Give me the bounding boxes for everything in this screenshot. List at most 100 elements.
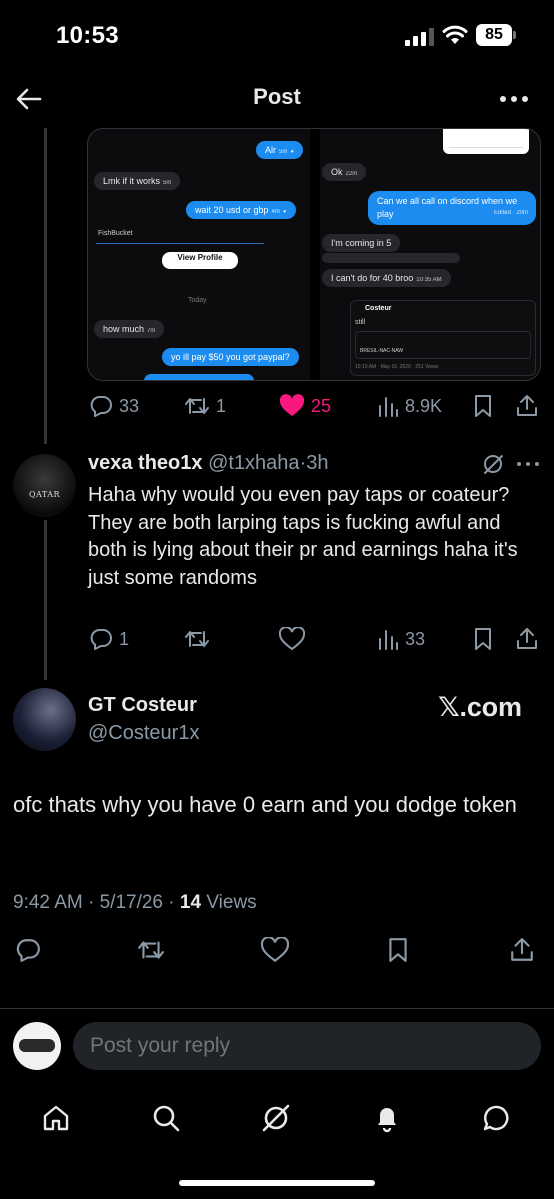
chat-text: Ok bbox=[331, 167, 343, 177]
chat-text: Alr bbox=[265, 145, 276, 155]
chat-text: I'm coming in 5 bbox=[331, 238, 392, 248]
chat-bubble-partial bbox=[322, 253, 460, 263]
chat-bubble: Can we all call on discord when we play … bbox=[368, 191, 536, 225]
reply-author-handle[interactable]: @t1xhaha bbox=[208, 452, 299, 474]
views-button[interactable]: 8.9K bbox=[377, 392, 442, 420]
main-post-text: ofc thats why you have 0 earn and you do… bbox=[13, 792, 517, 817]
post-date: 5/17/26 bbox=[99, 892, 164, 913]
chat-text: wait 20 usd or gbp bbox=[195, 205, 269, 215]
reply-input[interactable]: Post your reply bbox=[73, 1022, 541, 1070]
heart-icon bbox=[279, 394, 305, 416]
avatar-belt bbox=[19, 1039, 55, 1052]
share-icon[interactable] bbox=[515, 627, 539, 651]
views-number: 14 bbox=[179, 892, 202, 913]
reply-icon bbox=[90, 396, 112, 417]
reply-icon[interactable] bbox=[15, 937, 41, 963]
home-indicator bbox=[179, 1180, 375, 1186]
repost-count: 1 bbox=[216, 395, 227, 416]
check-icon: ● bbox=[290, 149, 294, 155]
more-dots-icon[interactable] bbox=[498, 84, 530, 114]
chat-bubble: Ok 22m bbox=[322, 163, 367, 181]
post-time: 9:42 AM bbox=[13, 892, 83, 913]
tab-notifications[interactable] bbox=[367, 1098, 407, 1138]
chat-text: I can't do for 40 broo bbox=[331, 273, 414, 283]
chat-bubble-partial bbox=[144, 374, 254, 380]
views-button[interactable]: 33 bbox=[377, 625, 425, 653]
like-button[interactable] bbox=[279, 625, 305, 653]
chat-bubble: Alr 5m ● bbox=[256, 141, 303, 159]
reply-button[interactable]: 1 bbox=[89, 625, 129, 653]
reply-action-bar: 1 33 bbox=[0, 625, 554, 653]
chat-text: Lmk if it works bbox=[103, 176, 161, 186]
reply-author-line: vexa theo1x @t1xhaha·3h bbox=[88, 452, 328, 475]
reply-avatar[interactable]: QATAR bbox=[13, 454, 76, 517]
embed-quote-text: BRESIL-NAC-NAW bbox=[360, 348, 404, 354]
messages-icon bbox=[483, 1105, 509, 1131]
chat-time: 4m bbox=[271, 209, 280, 215]
bookmark-icon[interactable] bbox=[473, 627, 493, 651]
reply-author-name[interactable]: vexa theo1x bbox=[88, 452, 203, 474]
main-author-name[interactable]: GT Costeur bbox=[88, 694, 197, 717]
user-avatar[interactable] bbox=[13, 1022, 61, 1070]
embed-name: Costeur bbox=[365, 305, 392, 312]
profile-card bbox=[443, 129, 529, 154]
main-author-handle[interactable]: @Costeur1x bbox=[88, 722, 199, 745]
chat-bubble: wait 20 usd or gbp 4m ● bbox=[186, 201, 296, 219]
media-right-chat: Ok 22m Can we all call on discord when we… bbox=[320, 129, 540, 380]
views-label: Views bbox=[206, 892, 257, 913]
reply-icon bbox=[90, 629, 112, 650]
dot-separator: · bbox=[168, 892, 175, 913]
status-time: 10:53 bbox=[56, 22, 119, 49]
embedded-post-card: Costeur still BRESIL-NAC-NAW 10:10 AM · … bbox=[350, 300, 536, 376]
main-post-avatar[interactable] bbox=[13, 688, 76, 751]
battery-cap bbox=[513, 31, 516, 39]
tab-messages[interactable] bbox=[477, 1098, 517, 1138]
repost-icon[interactable] bbox=[137, 937, 165, 963]
grok-icon[interactable] bbox=[482, 453, 504, 475]
chat-bubble: Lmk if it works 5m bbox=[94, 172, 181, 190]
divider bbox=[0, 1008, 554, 1009]
repost-button[interactable] bbox=[184, 625, 210, 653]
tab-home[interactable] bbox=[36, 1098, 76, 1138]
tab-search[interactable] bbox=[146, 1098, 186, 1138]
reply-time: 3h bbox=[306, 452, 329, 474]
tab-grok[interactable] bbox=[256, 1098, 296, 1138]
post-media-image[interactable]: Alr 5m ● Lmk if it works 5m wait 20 usd or … bbox=[87, 128, 541, 381]
home-icon bbox=[43, 1105, 69, 1131]
embed-quote: BRESIL-NAC-NAW bbox=[355, 331, 531, 359]
reply-text: Haha why would you even pay taps or coat… bbox=[88, 484, 518, 589]
main-action-bar bbox=[0, 937, 554, 965]
post-header: Post bbox=[0, 72, 554, 126]
chat-time: 10:35 AM bbox=[416, 277, 442, 283]
more-dots-icon[interactable] bbox=[515, 453, 541, 475]
heart-icon[interactable] bbox=[261, 937, 289, 963]
bookmark-icon[interactable] bbox=[387, 937, 409, 963]
share-icon[interactable] bbox=[509, 937, 535, 963]
repost-button[interactable]: 1 bbox=[184, 392, 226, 420]
share-icon[interactable] bbox=[515, 394, 539, 418]
repost-icon bbox=[185, 631, 209, 647]
chat-bubble: I can't do for 40 broo 10:35 AM bbox=[322, 269, 451, 287]
chat-text: how much bbox=[103, 324, 145, 334]
search-icon bbox=[153, 1105, 180, 1132]
bookmark-icon[interactable] bbox=[473, 394, 493, 418]
like-button[interactable]: 25 bbox=[279, 392, 331, 420]
embed-text: still bbox=[355, 319, 366, 326]
fishbucket-label: FishBucket bbox=[98, 230, 133, 237]
views-icon bbox=[379, 397, 398, 417]
views-count: 33 bbox=[405, 628, 426, 649]
chat-bubble: I'm coming in 5 bbox=[322, 234, 401, 252]
chat-bubble: yo ill pay $50 you got paypal? bbox=[162, 348, 299, 366]
dot-separator: · bbox=[88, 892, 95, 913]
view-profile-button: View Profile bbox=[162, 252, 238, 269]
like-count: 25 bbox=[311, 395, 332, 416]
reply-button[interactable]: 33 bbox=[89, 392, 139, 420]
signal-icon bbox=[405, 28, 434, 46]
reply-count: 1 bbox=[119, 628, 130, 649]
repost-icon bbox=[185, 398, 209, 414]
chat-time: 7m bbox=[147, 328, 156, 334]
quoted-reply bbox=[96, 243, 264, 252]
thread-line bbox=[44, 520, 47, 680]
embed-footer: 10:10 AM · May 16, 2026 · 251 Views bbox=[355, 364, 439, 370]
status-bar: 10:53 85 bbox=[0, 0, 554, 72]
